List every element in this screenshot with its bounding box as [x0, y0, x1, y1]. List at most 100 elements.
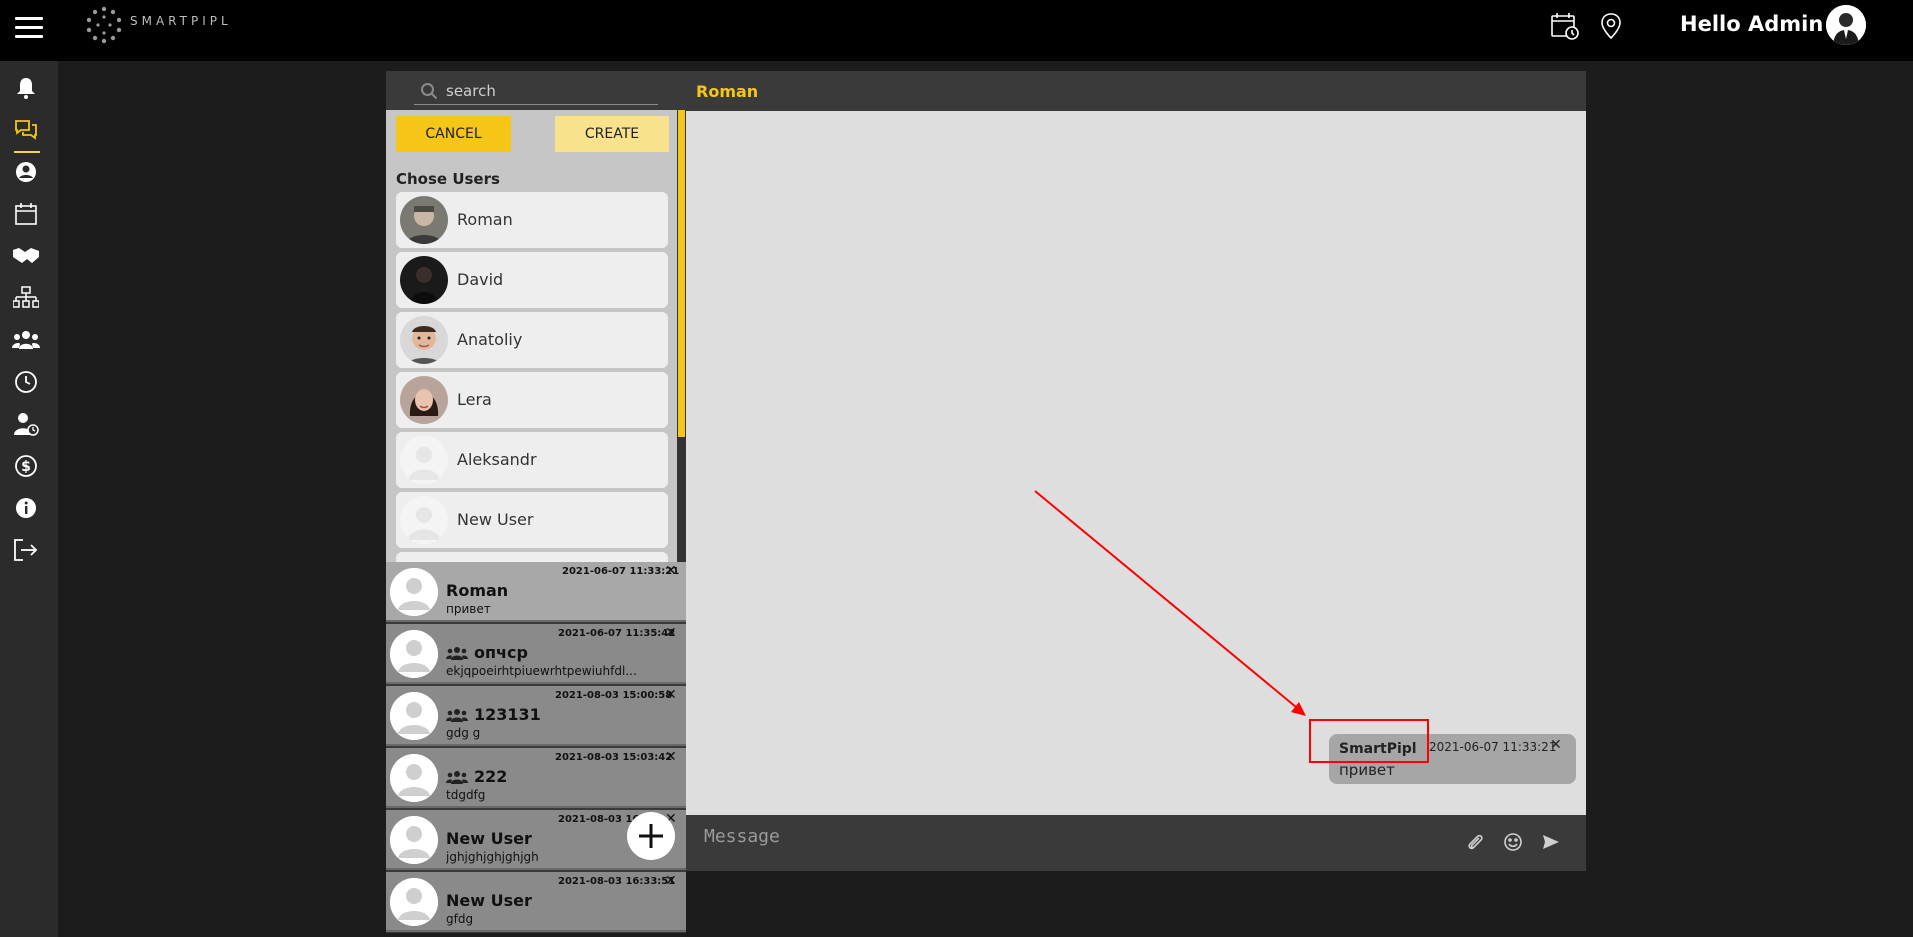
chat-timestamp: 2021-08-03 15:03:42: [555, 752, 673, 763]
chat-last-message: tdgdfg: [446, 788, 486, 802]
close-icon[interactable]: ✕: [1550, 737, 1562, 753]
chat-item[interactable]: 2021-08-03 15:03:42 ✕ 222 tdgdfg: [386, 748, 686, 808]
user-picker: CANCEL CREATE Chose Users Roman David An…: [386, 110, 686, 562]
chat-last-message: jghjghjghjghjgh: [446, 850, 539, 864]
calendar-icon[interactable]: [11, 199, 41, 229]
user-card-david[interactable]: David: [396, 252, 668, 308]
chat-title: 222: [446, 767, 507, 786]
chat-timestamp: 2021-08-03 15:00:58: [555, 690, 673, 701]
svg-text:$: $: [21, 459, 31, 475]
chat-header-name: Roman: [696, 82, 759, 101]
user-name: Roman: [457, 210, 513, 229]
org-chart-icon[interactable]: [11, 283, 41, 313]
avatar: [390, 816, 438, 864]
chat-last-message: gdg g: [446, 726, 481, 740]
user-card-roman[interactable]: Roman: [396, 192, 668, 248]
message-input[interactable]: [704, 823, 1304, 849]
close-icon[interactable]: ✕: [665, 749, 677, 765]
location-pin-icon[interactable]: [1596, 11, 1626, 41]
send-icon[interactable]: [1540, 831, 1562, 853]
create-button[interactable]: CREATE: [555, 116, 669, 152]
sidebar: $: [0, 61, 58, 937]
user-name: New User: [457, 510, 534, 529]
chat-title-text: 222: [474, 767, 508, 786]
avatar: [400, 256, 448, 304]
emoji-icon[interactable]: [1502, 831, 1524, 853]
clock-icon[interactable]: [11, 367, 41, 397]
bell-icon[interactable]: [11, 73, 41, 103]
chat-title-text: Roman: [446, 581, 509, 600]
chat-item[interactable]: 2021-08-03 16:33:51 ✕ New User gfdg: [386, 872, 686, 932]
user-card-lera[interactable]: Lera: [396, 372, 668, 428]
calendar-clock-icon[interactable]: [1550, 11, 1580, 41]
chat-title-text: опчср: [474, 643, 528, 662]
chat-timestamp: 2021-06-07 11:33:21: [562, 566, 680, 577]
avatar: [400, 436, 448, 484]
handshake-icon[interactable]: [11, 241, 41, 271]
search-input[interactable]: [446, 81, 646, 101]
annotation-arrow: [1034, 490, 1306, 716]
user-name: Aleksandr: [457, 450, 537, 469]
avatar: [400, 196, 448, 244]
chat-title: 123131: [446, 705, 541, 724]
user-clock-icon[interactable]: [11, 409, 41, 439]
user-card-anatoliy[interactable]: Anatoliy: [396, 312, 668, 368]
close-icon[interactable]: ✕: [665, 563, 677, 579]
avatar: [390, 630, 438, 678]
search-icon: [421, 83, 438, 100]
chat-header: Roman: [686, 71, 1586, 111]
chat-icon[interactable]: [11, 115, 41, 145]
chat-item[interactable]: 2021-06-07 11:35:42 ✕ опчср ekjqpoeirhtp…: [386, 624, 686, 684]
active-indicator: [14, 151, 40, 153]
close-icon[interactable]: ✕: [665, 687, 677, 703]
avatar: [400, 376, 448, 424]
annotation-highlight-box: [1309, 719, 1429, 763]
chat-title-text: 123131: [474, 705, 541, 724]
avatar: [390, 878, 438, 926]
chat-title: Roman: [446, 581, 508, 600]
chat-item[interactable]: 2021-06-07 11:33:21 ✕ Roman привет: [386, 562, 686, 622]
compose-bar: [686, 815, 1586, 871]
logo-mark: [86, 6, 122, 44]
scrollbar-thumb[interactable]: [678, 110, 685, 437]
avatar: [400, 496, 448, 544]
team-icon[interactable]: [11, 325, 41, 355]
info-icon[interactable]: [11, 493, 41, 523]
chat-timestamp: 2021-06-07 11:35:42: [558, 628, 676, 639]
chat-title: New User: [446, 829, 532, 848]
chat-last-message: gfdg: [446, 912, 474, 926]
cancel-button[interactable]: CANCEL: [396, 116, 511, 152]
user-card-partial[interactable]: [396, 552, 668, 562]
group-icon: [446, 646, 468, 660]
user-name: Lera: [457, 390, 492, 409]
message-text: привет: [1339, 761, 1395, 779]
search-bar: [414, 77, 658, 105]
logout-icon[interactable]: [11, 535, 41, 565]
group-icon: [446, 770, 468, 784]
close-icon[interactable]: ✕: [665, 625, 677, 641]
chat-title-text: New User: [446, 829, 532, 848]
chat-item[interactable]: 2021-08-03 15:00:58 ✕ 123131 gdg g: [386, 686, 686, 746]
close-icon[interactable]: ✕: [665, 873, 677, 889]
dollar-icon[interactable]: $: [11, 451, 41, 481]
user-card-new-user[interactable]: New User: [396, 492, 668, 548]
logo[interactable]: SMARTPIPL: [82, 4, 232, 46]
message-timestamp: 2021-06-07 11:33:21: [1429, 740, 1557, 754]
avatar[interactable]: [1826, 5, 1866, 45]
chat-last-message: привет: [446, 602, 491, 616]
logo-text: SMARTPIPL: [130, 14, 232, 28]
menu-icon[interactable]: [15, 17, 43, 39]
avatar: [390, 754, 438, 802]
avatar: [390, 692, 438, 740]
paperclip-icon[interactable]: [1464, 831, 1486, 853]
user-circle-icon[interactable]: [11, 157, 41, 187]
plus-icon: [639, 824, 663, 848]
user-name: David: [457, 270, 504, 289]
user-card-aleksandr[interactable]: Aleksandr: [396, 432, 668, 488]
group-icon: [446, 708, 468, 722]
avatar: [390, 568, 438, 616]
add-chat-button[interactable]: [627, 812, 675, 860]
user-name: Anatoliy: [457, 330, 523, 349]
avatar: [400, 316, 448, 364]
chat-timestamp: 2021-08-03 16:33:51: [558, 876, 676, 887]
